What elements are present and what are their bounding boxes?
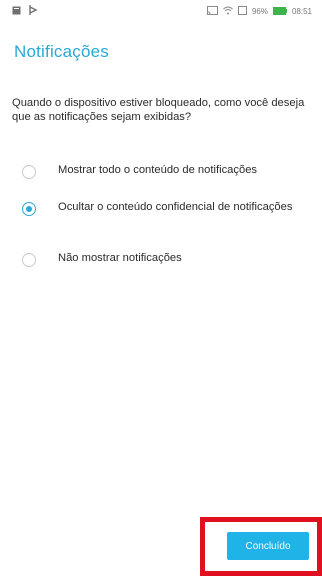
radio-hide-sensitive[interactable] <box>22 202 36 216</box>
phone-icon <box>237 2 247 20</box>
notification-icon <box>12 2 21 20</box>
option-label: Ocultar o conteúdo confidencial de notif… <box>58 201 293 213</box>
clock: 08:51 <box>291 6 312 16</box>
notification-options: Mostrar todo o conteúdo de notificações … <box>0 158 322 292</box>
radio-show-all[interactable] <box>22 165 36 179</box>
wifi-icon <box>223 2 233 20</box>
status-bar-left <box>12 2 38 20</box>
done-button[interactable]: Concluído <box>227 532 309 560</box>
cast-icon <box>206 2 218 20</box>
battery-icon <box>272 2 287 20</box>
status-bar-right: 96% 08:51 <box>206 2 312 20</box>
screen: 96% 08:51 Notificações Quando o disposit… <box>0 0 322 576</box>
option-show-all[interactable]: Mostrar todo o conteúdo de notificações <box>0 158 322 196</box>
page-title: Notificações <box>14 42 109 61</box>
option-label: Não mostrar notificações <box>58 252 182 264</box>
option-hide-sensitive[interactable]: Ocultar o conteúdo confidencial de notif… <box>0 196 322 252</box>
question-text: Quando o dispositivo estiver bloqueado, … <box>12 97 305 123</box>
radio-dont-show[interactable] <box>22 253 36 267</box>
media-icon <box>29 2 38 20</box>
battery-percent: 96% <box>251 6 268 16</box>
option-label: Mostrar todo o conteúdo de notificações <box>58 164 258 176</box>
option-dont-show[interactable]: Não mostrar notificações <box>0 252 322 292</box>
status-bar: 96% 08:51 <box>0 0 322 22</box>
